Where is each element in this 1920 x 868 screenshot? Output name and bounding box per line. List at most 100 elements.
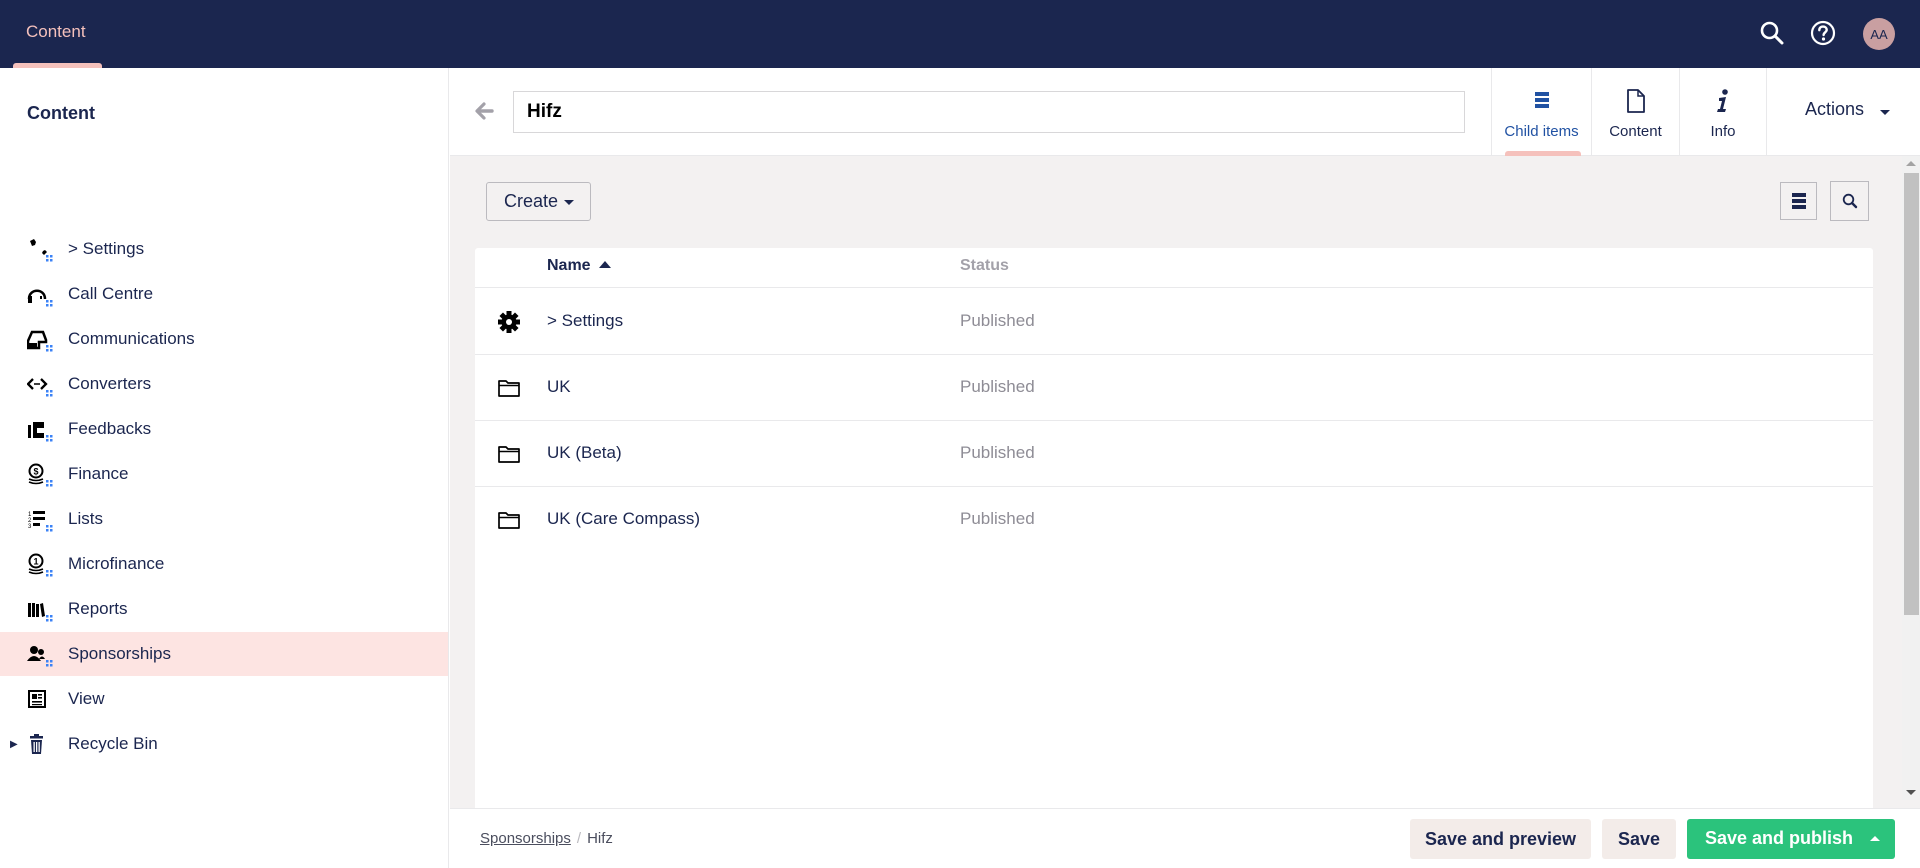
tab-info[interactable]: Info: [1679, 68, 1766, 156]
list-icon: [1534, 92, 1549, 108]
sidebar-item-label: Call Centre: [68, 284, 154, 303]
save-button[interactable]: Save: [1602, 819, 1676, 859]
publish-options-caret-icon[interactable]: [1870, 836, 1880, 841]
sidebar-item-view[interactable]: View: [0, 677, 448, 721]
list-layout-button[interactable]: [1780, 182, 1817, 220]
folder-icon: [498, 380, 520, 397]
row-name[interactable]: > Settings: [547, 311, 623, 331]
sidebar-item-feedbacks[interactable]: Feedbacks: [0, 407, 448, 451]
coin-stack-icon: 1: [28, 553, 53, 577]
sidebar-title: Content: [27, 103, 95, 123]
sidebar-item-label: Converters: [68, 374, 152, 393]
row-name[interactable]: UK: [547, 377, 571, 397]
arrow-left-icon: [475, 102, 494, 120]
editor-header: Child items Content Info Actions: [450, 68, 1920, 156]
sidebar-item-converters[interactable]: Converters: [0, 362, 448, 406]
main-panel: Child items Content Info Actions Create …: [450, 68, 1920, 868]
sort-ascending-icon: [598, 261, 611, 268]
sidebar-item-settings[interactable]: > Settings: [0, 227, 448, 271]
actions-dropdown[interactable]: Actions: [1766, 68, 1920, 156]
create-label: Create: [504, 191, 559, 211]
trash-icon: [30, 734, 43, 754]
row-name[interactable]: UK (Care Compass): [547, 509, 700, 529]
row-status: Published: [960, 509, 1035, 528]
sidebar: Content > Settings Call Centre Communica…: [0, 68, 449, 868]
breadcrumb: Sponsorships / Hifz: [480, 830, 613, 847]
svg-text:1: 1: [33, 557, 38, 567]
feedback-icon: [28, 422, 53, 442]
svg-text:3: 3: [28, 524, 32, 530]
headset-icon: [27, 289, 53, 307]
coins-icon: $: [28, 463, 53, 487]
ordered-list-icon: 123: [28, 511, 53, 532]
table-row[interactable]: > Settings Published: [475, 289, 1873, 355]
row-name[interactable]: UK (Beta): [547, 443, 622, 463]
tab-label: Info: [1710, 123, 1736, 140]
scroll-down-arrow-icon[interactable]: [1906, 790, 1916, 795]
vertical-scrollbar[interactable]: [1902, 156, 1920, 800]
gear-icon: [498, 311, 520, 333]
sidebar-item-call-centre[interactable]: Call Centre: [0, 272, 448, 316]
sidebar-item-microfinance[interactable]: 1 Microfinance: [0, 542, 448, 586]
code-arrows-icon: [27, 378, 53, 397]
sidebar-item-label: Recycle Bin: [68, 734, 158, 753]
newspaper-icon: [28, 690, 46, 708]
column-header-name[interactable]: Name: [547, 257, 611, 275]
table-row[interactable]: UK (Care Compass) Published: [475, 487, 1873, 553]
sidebar-item-label: Lists: [68, 509, 103, 528]
scroll-up-arrow-icon[interactable]: [1906, 161, 1916, 166]
expand-caret-icon[interactable]: ▶: [10, 739, 18, 750]
scrollbar-thumb[interactable]: [1904, 173, 1919, 615]
row-status: Published: [960, 443, 1035, 462]
tab-label: Content: [1609, 123, 1662, 140]
actions-label: Actions: [1805, 99, 1865, 119]
tab-label: Child items: [1504, 123, 1579, 140]
row-status: Published: [960, 311, 1035, 330]
node-name-input[interactable]: [513, 91, 1465, 133]
tab-child-items[interactable]: Child items: [1491, 68, 1591, 156]
caret-down-icon: [1880, 110, 1890, 115]
sidebar-item-sponsorships[interactable]: Sponsorships: [0, 632, 448, 676]
users-icon: [27, 646, 53, 667]
child-items-table: Name Status > Settings Published UK Publ…: [475, 248, 1873, 808]
sidebar-item-label: Feedbacks: [68, 419, 152, 438]
sidebar-item-lists[interactable]: 123 Lists: [0, 497, 448, 541]
sidebar-item-finance[interactable]: $ Finance: [0, 452, 448, 496]
search-button[interactable]: [1757, 18, 1787, 48]
table-header: Name Status: [475, 248, 1873, 288]
editor-footer: Sponsorships / Hifz Save and preview Save …: [450, 808, 1920, 868]
sidebar-item-label: Communications: [68, 329, 195, 348]
user-avatar[interactable]: AA: [1863, 18, 1895, 50]
search-icon: [1842, 193, 1857, 209]
save-and-publish-button[interactable]: Save and publish: [1687, 819, 1895, 859]
document-icon: [1626, 89, 1645, 113]
breadcrumb-link-sponsorships[interactable]: Sponsorships: [480, 830, 571, 847]
svg-text:$: $: [33, 467, 38, 477]
help-icon: [1810, 20, 1836, 46]
section-tab-content[interactable]: Content: [13, 0, 102, 68]
caret-down-icon: [564, 200, 574, 205]
sidebar-item-label: > Settings: [68, 239, 145, 258]
breadcrumb-separator: /: [576, 830, 582, 847]
create-button[interactable]: Create: [486, 182, 591, 221]
sidebar-item-reports[interactable]: Reports: [0, 587, 448, 631]
sidebar-item-label: Reports: [68, 599, 128, 618]
sidebar-item-recycle-bin[interactable]: ▶ Recycle Bin: [0, 722, 448, 766]
list-icon: [1791, 193, 1806, 209]
info-icon: [1717, 89, 1728, 112]
folder-icon: [498, 446, 520, 463]
sidebar-item-communications[interactable]: Communications: [0, 317, 448, 361]
table-row[interactable]: UK (Beta) Published: [475, 421, 1873, 487]
tab-content[interactable]: Content: [1591, 68, 1679, 156]
sidebar-item-label: Microfinance: [68, 554, 165, 573]
save-and-publish-label: Save and publish: [1705, 828, 1854, 848]
top-bar: Content AA: [0, 0, 1920, 68]
save-and-preview-button[interactable]: Save and preview: [1410, 819, 1591, 859]
sidebar-item-label: Finance: [68, 464, 129, 483]
back-button[interactable]: [474, 100, 496, 122]
help-button[interactable]: [1808, 18, 1838, 48]
books-icon: [28, 603, 53, 622]
sidebar-item-label: Sponsorships: [68, 644, 172, 663]
table-row[interactable]: UK Published: [475, 355, 1873, 421]
search-list-button[interactable]: [1830, 181, 1869, 221]
